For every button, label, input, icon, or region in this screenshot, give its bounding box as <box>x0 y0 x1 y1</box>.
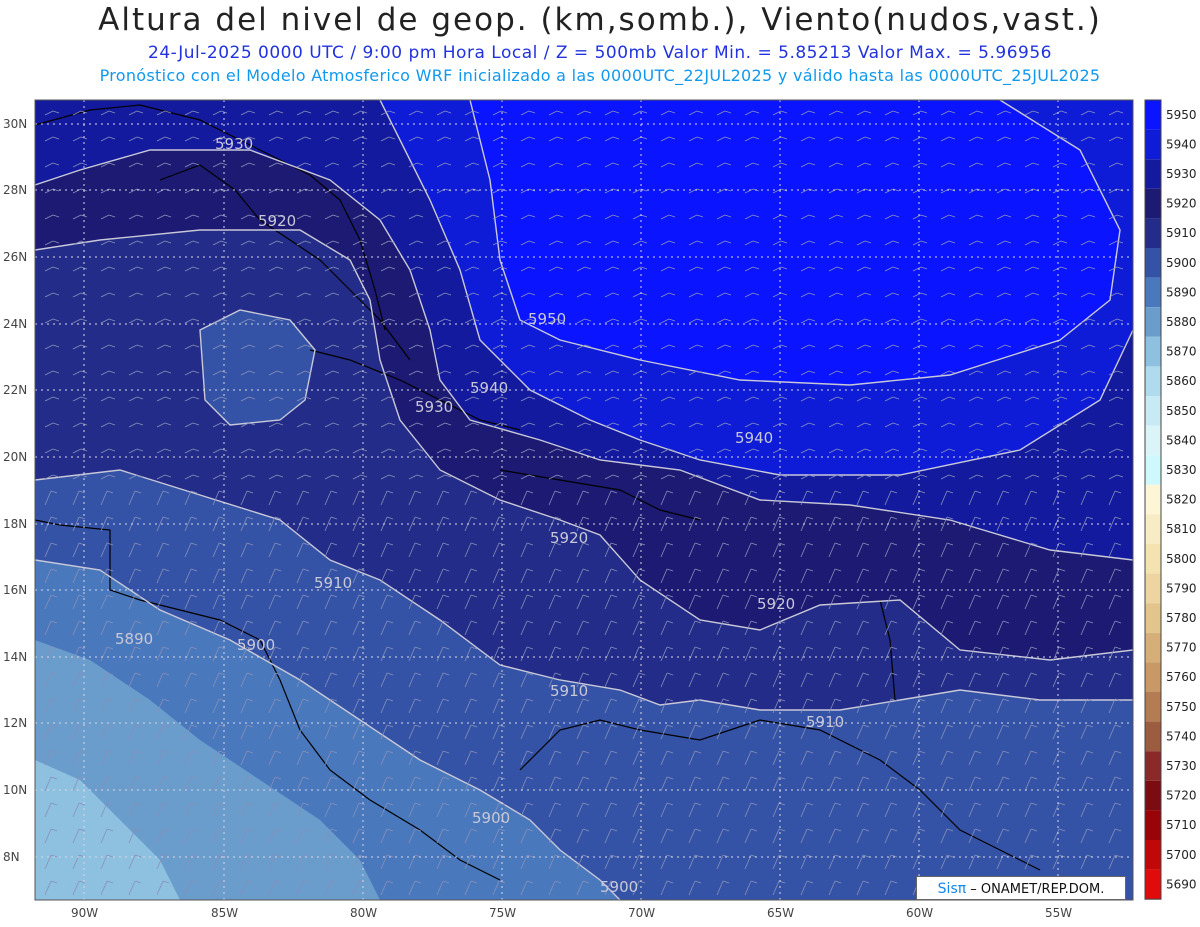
contour-label: 5910 <box>550 682 588 700</box>
contour-label: 5920 <box>550 529 588 547</box>
latitude-label: 20N <box>3 450 27 464</box>
legend-swatch <box>1145 603 1161 633</box>
longitude-label: 90W <box>71 906 98 920</box>
contour-label: 5890 <box>115 630 153 648</box>
longitude-label: 65W <box>767 906 794 920</box>
legend-swatch <box>1145 573 1161 604</box>
legend-swatch <box>1145 780 1161 811</box>
latitude-label: 28N <box>3 183 27 197</box>
legend-swatch <box>1145 396 1161 426</box>
longitude-label: 70W <box>628 906 655 920</box>
color-legend: 5950 5940 5930 5920 5910 5900 5890 5880 5870 5860… <box>1144 99 1197 900</box>
legend-swatch <box>1145 455 1161 485</box>
credit-text: – ONAMET/REP.DOM. <box>966 882 1105 897</box>
legend-label: 5820 <box>1166 493 1197 507</box>
legend-label: 5770 <box>1166 641 1197 655</box>
legend-swatch <box>1145 810 1161 840</box>
contour-label: 5940 <box>470 379 508 397</box>
longitude-labels: 90W 85W 80W 75W 70W 65W 60W 55W <box>71 906 1072 920</box>
contour-label: 5910 <box>806 713 844 731</box>
legend-label: 5730 <box>1166 759 1197 773</box>
legend-label: 5800 <box>1166 552 1197 566</box>
latitude-label: 14N <box>3 650 27 664</box>
legend-label: 5790 <box>1166 581 1197 595</box>
legend-label: 5690 <box>1166 877 1197 891</box>
legend-swatch <box>1145 277 1161 308</box>
longitude-label: 60W <box>906 906 933 920</box>
latitude-label: 10N <box>3 783 27 797</box>
contour-label: 5940 <box>735 429 773 447</box>
legend-label: 5760 <box>1166 670 1197 684</box>
latitude-label: 12N <box>3 716 27 730</box>
latitude-label: 8N <box>3 850 20 864</box>
legend-swatch <box>1145 484 1161 515</box>
contour-label: 5950 <box>528 310 566 328</box>
legend-swatch <box>1145 751 1161 781</box>
legend-swatch <box>1145 544 1161 574</box>
legend-swatch <box>1145 366 1161 396</box>
legend-label: 5740 <box>1166 729 1197 743</box>
legend-label: 5780 <box>1166 611 1197 625</box>
legend-label: 5710 <box>1166 818 1197 832</box>
credit-brand: Sisπ <box>937 881 967 897</box>
legend-swatch <box>1145 662 1161 692</box>
legend-swatch <box>1145 721 1161 752</box>
legend-label: 5930 <box>1166 167 1197 181</box>
legend-label: 5950 <box>1166 108 1197 122</box>
contour-label: 5900 <box>237 636 275 654</box>
legend-swatch <box>1145 100 1161 130</box>
legend-swatch <box>1145 159 1161 189</box>
legend-label: 5880 <box>1166 315 1197 329</box>
longitude-label: 85W <box>211 906 238 920</box>
legend-label: 5830 <box>1166 463 1197 477</box>
legend-label: 5920 <box>1166 197 1197 211</box>
contour-label: 5910 <box>314 574 352 592</box>
contour-label: 5900 <box>600 878 638 896</box>
contour-label: 5900 <box>472 809 510 827</box>
latitude-label: 22N <box>3 383 27 397</box>
legend-swatch <box>1145 336 1161 367</box>
latitude-label: 16N <box>3 583 27 597</box>
latitude-labels: 30N 28N 26N 24N 22N 20N 18N 16N 14N 12N 10N 8N <box>3 117 27 864</box>
legend-swatch <box>1145 248 1161 278</box>
credit-box: Sisπ – ONAMET/REP.DOM. <box>916 876 1126 900</box>
legend-label: 5850 <box>1166 404 1197 418</box>
legend-label: 5940 <box>1166 137 1197 151</box>
legend-swatch <box>1145 632 1161 663</box>
latitude-label: 26N <box>3 250 27 264</box>
legend-label: 5890 <box>1166 285 1197 299</box>
longitude-label: 55W <box>1045 906 1072 920</box>
contour-label: 5920 <box>757 595 795 613</box>
legend-swatch <box>1145 692 1161 722</box>
legend-swatch <box>1145 188 1161 219</box>
legend-label: 5860 <box>1166 374 1197 388</box>
legend-swatch <box>1145 425 1161 456</box>
legend-label: 5810 <box>1166 522 1197 536</box>
legend-label: 5910 <box>1166 226 1197 240</box>
legend-swatch <box>1145 514 1161 544</box>
latitude-label: 24N <box>3 317 27 331</box>
legend-label: 5720 <box>1166 789 1197 803</box>
latitude-label: 30N <box>3 117 27 131</box>
geopotential-map: 5950 5940 5940 5930 5930 5920 5920 5920 … <box>3 99 1197 920</box>
legend-swatch <box>1145 307 1161 337</box>
longitude-label: 80W <box>350 906 377 920</box>
contour-label: 5920 <box>258 212 296 230</box>
legend-swatch <box>1145 869 1161 900</box>
legend-label: 5840 <box>1166 433 1197 447</box>
longitude-label: 75W <box>489 906 516 920</box>
legend-label: 5750 <box>1166 700 1197 714</box>
legend-label: 5700 <box>1166 848 1197 862</box>
legend-swatch <box>1145 129 1161 160</box>
contour-label: 5930 <box>215 135 253 153</box>
legend-swatch <box>1145 218 1161 248</box>
legend-label: 5870 <box>1166 345 1197 359</box>
legend-label: 5900 <box>1166 256 1197 270</box>
latitude-label: 18N <box>3 517 27 531</box>
legend-swatch <box>1145 840 1161 870</box>
contour-label: 5930 <box>415 398 453 416</box>
